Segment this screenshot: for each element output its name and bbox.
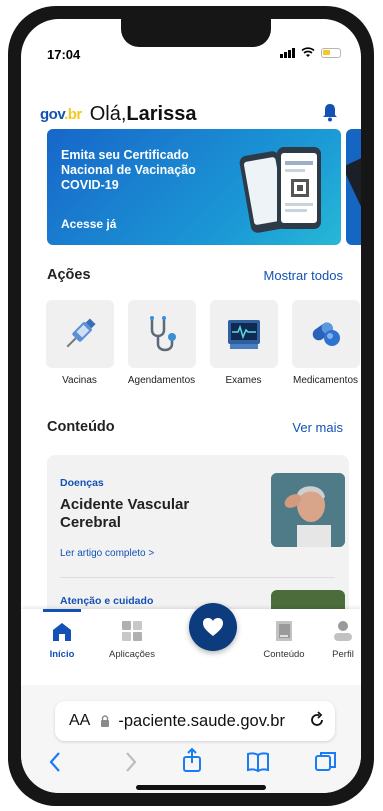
tab-label: Início <box>49 649 75 660</box>
card-divider <box>60 577 335 578</box>
home-indicator[interactable] <box>136 785 266 790</box>
battery-icon <box>321 47 341 58</box>
favorites-heart-button[interactable] <box>189 603 237 651</box>
action-label: Medicamentos <box>292 375 359 386</box>
tab-perfil[interactable]: Perfil <box>308 619 361 660</box>
phone-frame: 17:04 gov.br Olá,Larissa Emita seu Certi… <box>8 6 374 806</box>
phone-illustration-peek <box>344 156 361 220</box>
pills-icon <box>312 322 340 346</box>
tab-label: Perfil <box>332 649 354 660</box>
url-text: -paciente.saude.gov.br <box>118 711 285 730</box>
phones-illustration <box>239 147 321 233</box>
read-article-link[interactable]: Ler artigo completo > <box>60 548 154 559</box>
show-all-link[interactable]: Mostrar todos <box>264 268 343 283</box>
tab-label: Aplicações <box>109 649 155 660</box>
content-title: Conteúdo <box>47 419 115 435</box>
notch <box>121 19 271 47</box>
content-card[interactable]: Doenças Acidente Vascular Cerebral Ler a… <box>47 455 349 625</box>
action-tile[interactable] <box>45 300 114 368</box>
action-label: Vacinas <box>62 375 97 386</box>
status-time: 17:04 <box>47 47 81 62</box>
signal-icon <box>280 47 295 58</box>
tab-label: Conteúdo <box>263 649 305 660</box>
card-title: Acidente Vascular Cerebral <box>60 496 190 531</box>
card-category-2: Atenção e cuidado <box>60 595 154 607</box>
stethoscope-icon <box>149 316 176 352</box>
reader-aa-button[interactable]: AA <box>69 712 90 730</box>
user-name: Larissa <box>126 102 197 125</box>
lock-icon <box>101 714 110 727</box>
phone-screen: 17:04 gov.br Olá,Larissa Emita seu Certi… <box>21 19 361 793</box>
profile-icon <box>334 621 352 641</box>
bookmarks-icon[interactable] <box>245 749 271 775</box>
card-image <box>271 473 345 547</box>
banner-cta[interactable]: Acesse já <box>61 217 116 231</box>
status-icons <box>280 47 341 58</box>
heart-icon <box>203 618 223 636</box>
next-banner-peek[interactable] <box>344 129 361 245</box>
book-icon <box>276 621 292 641</box>
action-label: Exames <box>225 375 262 386</box>
active-tab-indicator <box>43 609 81 612</box>
reload-icon[interactable] <box>307 710 327 730</box>
share-icon[interactable] <box>179 747 205 773</box>
logo-br-text: .br <box>64 105 82 123</box>
greeting: Olá,Larissa <box>90 103 197 126</box>
forward-icon[interactable] <box>117 749 143 775</box>
actions-list: Vacinas Agendamentos Exames Medicamentos <box>43 300 361 386</box>
greeting-prefix: Olá, <box>89 102 127 125</box>
content-header: Conteúdo Ver mais <box>47 419 343 435</box>
action-label: Agendamentos <box>127 375 196 386</box>
action-agendamentos[interactable]: Agendamentos <box>125 300 198 386</box>
address-bar[interactable]: AA -paciente.saude.gov.br <box>55 701 335 741</box>
banner-text: Emita seu Certificado Nacional de Vacina… <box>61 148 196 192</box>
app-header: gov.br Olá,Larissa <box>40 99 343 129</box>
browser-bottom-bar: AA -paciente.saude.gov.br <box>21 685 361 793</box>
bell-icon[interactable] <box>321 102 339 122</box>
vaccine-icon <box>66 318 96 348</box>
action-tile[interactable] <box>209 300 278 368</box>
wifi-icon <box>301 47 315 57</box>
apps-grid-icon <box>122 621 142 641</box>
action-tile[interactable] <box>291 300 360 368</box>
tab-inicio[interactable]: Início <box>27 619 97 660</box>
tab-aplicacoes[interactable]: Aplicações <box>97 619 167 660</box>
vaccine-certificate-banner[interactable]: Emita seu Certificado Nacional de Vacina… <box>47 129 341 245</box>
action-tile[interactable] <box>127 300 196 368</box>
tabs-icon[interactable] <box>313 749 339 775</box>
actions-title: Ações <box>47 267 91 283</box>
action-medicamentos[interactable]: Medicamentos <box>289 300 361 386</box>
logo-gov-text: gov <box>40 105 65 123</box>
monitor-icon <box>227 320 260 349</box>
home-icon <box>53 623 71 641</box>
gov-br-logo: gov.br <box>40 106 82 123</box>
man-headache-photo <box>271 473 345 547</box>
actions-header: Ações Mostrar todos <box>47 267 343 283</box>
action-vacinas[interactable]: Vacinas <box>43 300 116 386</box>
action-exames[interactable]: Exames <box>207 300 280 386</box>
back-icon[interactable] <box>43 749 69 775</box>
card-category: Doenças <box>60 477 104 489</box>
see-more-link[interactable]: Ver mais <box>292 420 343 435</box>
